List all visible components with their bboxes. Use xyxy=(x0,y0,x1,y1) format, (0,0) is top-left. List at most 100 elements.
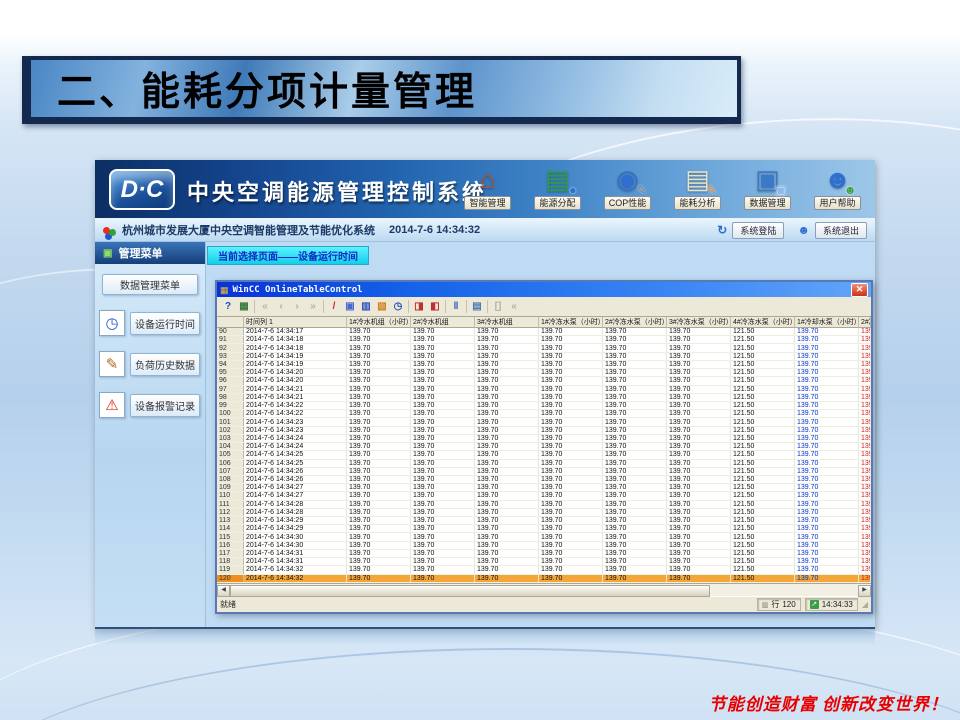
tool-cop-performance[interactable]: ◉✎COP性能 xyxy=(596,163,659,210)
row-value: 139.70 xyxy=(411,361,475,368)
row-value: 139.70 xyxy=(411,533,475,540)
row-value: 139.70 xyxy=(411,394,475,401)
help-icon[interactable]: ? xyxy=(220,299,236,314)
header-time-column[interactable]: 时间列 1 xyxy=(244,317,347,328)
row-timestamp: 2014-7-6 14:34:31 xyxy=(244,558,347,565)
table-row[interactable]: 1162014-7-6 14:34:30139.70139.70139.7013… xyxy=(217,542,871,550)
table-row[interactable]: 1112014-7-6 14:34:28139.70139.70139.7013… xyxy=(217,501,871,509)
table-row[interactable]: 1192014-7-6 14:34:32139.70139.70139.7013… xyxy=(217,566,871,574)
header-column[interactable]: 2#冷却水泵（小时） xyxy=(859,317,871,328)
header-column[interactable]: 1#冷冻水泵（小时） xyxy=(539,317,603,328)
row-value: 139.70 xyxy=(795,484,859,491)
row-value: 139.70 xyxy=(411,468,475,475)
tool-data-management[interactable]: ▣▣数据管理 xyxy=(736,163,799,210)
header-column[interactable]: 4#冷冻水泵（小时） xyxy=(731,317,795,328)
table-row[interactable]: 1032014-7-6 14:34:24139.70139.70139.7013… xyxy=(217,435,871,443)
table-row[interactable]: 1122014-7-6 14:34:28139.70139.70139.7013… xyxy=(217,509,871,517)
resize-grip-icon[interactable]: ◢ xyxy=(862,600,868,610)
row-value: 139.70 xyxy=(411,509,475,516)
table-row[interactable]: 922014-7-6 14:34:18139.70139.70139.70139… xyxy=(217,344,871,352)
pause-icon[interactable]: ‖ xyxy=(448,299,464,314)
table-row[interactable]: 1182014-7-6 14:34:31139.70139.70139.7013… xyxy=(217,558,871,566)
table-row[interactable]: 1052014-7-6 14:34:25139.70139.70139.7013… xyxy=(217,451,871,459)
row-timestamp: 2014-7-6 14:34:22 xyxy=(244,410,347,417)
table-row[interactable]: 1152014-7-6 14:34:30139.70139.70139.7013… xyxy=(217,533,871,541)
row-value: 139.70 xyxy=(603,336,667,343)
table-row[interactable]: 1082014-7-6 14:34:26139.70139.70139.7013… xyxy=(217,476,871,484)
columns-icon[interactable]: ▥ xyxy=(358,299,374,314)
table-row[interactable]: 982014-7-6 14:34:21139.70139.70139.70139… xyxy=(217,394,871,402)
prev-record-icon: ‹ xyxy=(273,299,289,314)
table-row[interactable]: 1042014-7-6 14:34:24139.70139.70139.7013… xyxy=(217,443,871,451)
table-row[interactable]: 902014-7-6 14:34:17139.70139.70139.70139… xyxy=(217,328,871,336)
scrollbar-thumb[interactable] xyxy=(230,585,710,597)
table-row[interactable]: 1172014-7-6 14:34:31139.70139.70139.7013… xyxy=(217,550,871,558)
table-row[interactable]: 992014-7-6 14:34:22139.70139.70139.70139… xyxy=(217,402,871,410)
table-row[interactable]: 912014-7-6 14:34:18139.70139.70139.70139… xyxy=(217,336,871,344)
row-value: 139.70 xyxy=(603,468,667,475)
row-value: 139.70 xyxy=(859,509,871,516)
table-row[interactable]: 932014-7-6 14:34:19139.70139.70139.70139… xyxy=(217,353,871,361)
export-end-icon[interactable]: ◧ xyxy=(427,299,443,314)
tool-user-help[interactable]: ☻☻用户帮助 xyxy=(806,163,869,210)
table-row[interactable]: 1202014-7-6 14:34:32139.70139.70139.7013… xyxy=(217,575,871,583)
table-row[interactable]: 962014-7-6 14:34:20139.70139.70139.70139… xyxy=(217,377,871,385)
close-icon[interactable]: ✕ xyxy=(851,283,868,297)
table-row[interactable]: 1072014-7-6 14:34:26139.70139.70139.7013… xyxy=(217,468,871,476)
header-column[interactable]: 3#冷冻水泵（小时） xyxy=(667,317,731,328)
table-row[interactable]: 1062014-7-6 14:34:25139.70139.70139.7013… xyxy=(217,460,871,468)
sidebar-item-load-history[interactable]: ✎负荷历史数据 xyxy=(99,351,200,377)
row-value: 139.70 xyxy=(859,525,871,532)
print-icon[interactable]: ▤ xyxy=(469,299,485,314)
tool-label: 能耗分析 xyxy=(674,196,720,210)
row-value: 139.70 xyxy=(411,435,475,442)
tool-energy-allocation[interactable]: ▤●能源分配 xyxy=(526,163,589,210)
row-value: 139.70 xyxy=(539,517,603,524)
table-row[interactable]: 1012014-7-6 14:34:23139.70139.70139.7013… xyxy=(217,418,871,426)
row-number: 107 xyxy=(217,468,244,475)
edit-icon[interactable]: / xyxy=(326,299,342,314)
row-value: 139.70 xyxy=(859,451,871,458)
row-value: 139.70 xyxy=(795,460,859,467)
table-row[interactable]: 1092014-7-6 14:34:27139.70139.70139.7013… xyxy=(217,484,871,492)
row-value: 139.70 xyxy=(347,410,411,417)
sidebar-item-alarm-records[interactable]: ⚠设备报警记录 xyxy=(99,392,200,418)
table-config-icon[interactable]: ▦ xyxy=(236,299,252,314)
header-column[interactable]: 3#冷水机组 xyxy=(475,317,539,328)
header-column[interactable]: 2#冷冻水泵（小时） xyxy=(603,317,667,328)
table-row[interactable]: 1002014-7-6 14:34:22139.70139.70139.7013… xyxy=(217,410,871,418)
stats-icon[interactable]: ▧ xyxy=(374,299,390,314)
scroll-right-icon[interactable]: ▶ xyxy=(858,585,871,597)
row-value: 139.70 xyxy=(795,402,859,409)
scroll-left-icon[interactable]: ◀ xyxy=(217,585,230,597)
table-row[interactable]: 952014-7-6 14:34:20139.70139.70139.70139… xyxy=(217,369,871,377)
tool-smart-management[interactable]: ⌂智能管理 xyxy=(456,163,519,210)
table-row[interactable]: 972014-7-6 14:34:21139.70139.70139.70139… xyxy=(217,386,871,394)
row-number: 103 xyxy=(217,435,244,442)
row-number: 118 xyxy=(217,558,244,565)
header-column[interactable]: 2#冷水机组 xyxy=(411,317,475,328)
system-logout-button[interactable]: 系统退出 xyxy=(815,222,867,239)
row-value: 139.70 xyxy=(603,558,667,565)
copy-icon[interactable]: ▣ xyxy=(342,299,358,314)
table-row[interactable]: 1102014-7-6 14:34:27139.70139.70139.7013… xyxy=(217,492,871,500)
table-row[interactable]: 1022014-7-6 14:34:23139.70139.70139.7013… xyxy=(217,427,871,435)
tool-label: 能源分配 xyxy=(534,196,580,210)
row-value: 121.50 xyxy=(731,451,795,458)
row-value: 139.70 xyxy=(795,344,859,351)
table-row[interactable]: 1132014-7-6 14:34:29139.70139.70139.7013… xyxy=(217,517,871,525)
table-row[interactable]: 942014-7-6 14:34:19139.70139.70139.70139… xyxy=(217,361,871,369)
row-value: 139.70 xyxy=(347,542,411,549)
header-row-selector[interactable] xyxy=(217,317,244,328)
header-column[interactable]: 1#冷却水泵（小时） xyxy=(795,317,859,328)
table-row[interactable]: 1142014-7-6 14:34:29139.70139.70139.7013… xyxy=(217,525,871,533)
sidebar-section-data-menu[interactable]: 数据管理菜单 xyxy=(102,274,198,295)
system-login-button[interactable]: 系统登陆 xyxy=(732,222,784,239)
tool-energy-analysis[interactable]: ▤✎能耗分析 xyxy=(666,163,729,210)
header-column[interactable]: 1#冷水机组（小时） xyxy=(347,317,411,328)
time-range-icon[interactable]: ◷ xyxy=(390,299,406,314)
slide-title-banner: 二、能耗分项计量管理 xyxy=(22,56,741,124)
export-begin-icon[interactable]: ◨ xyxy=(411,299,427,314)
row-value: 139.70 xyxy=(475,533,539,540)
sidebar-item-equipment-runtime[interactable]: ◷设备运行时间 xyxy=(99,310,200,336)
